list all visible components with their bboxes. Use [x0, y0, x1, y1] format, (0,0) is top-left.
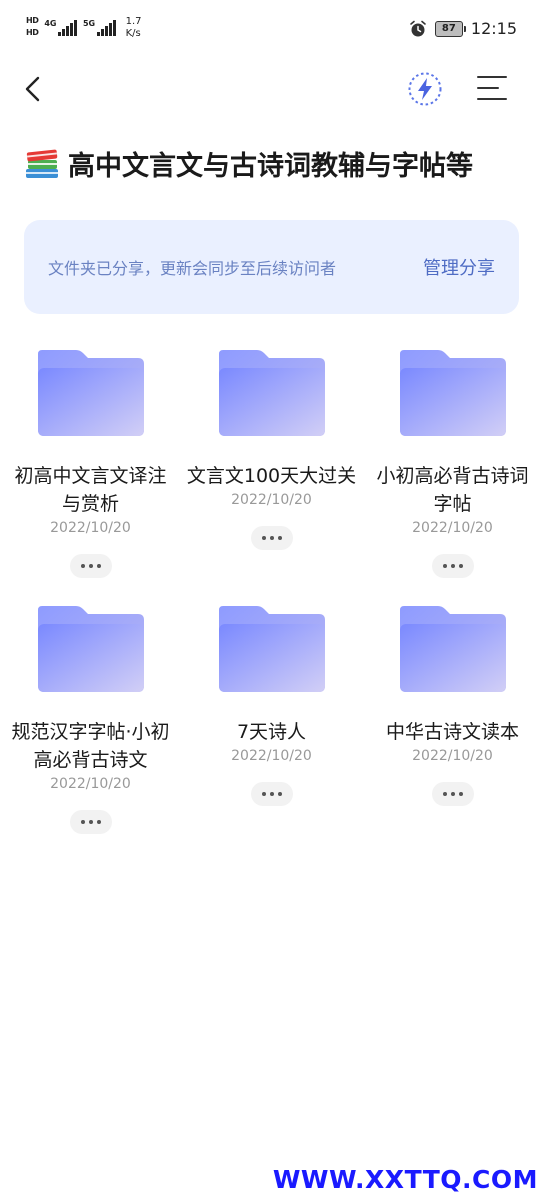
more-options-button[interactable]: [250, 782, 293, 806]
folder-name: 文言文100天大过关: [186, 465, 357, 487]
quick-transfer-button[interactable]: [406, 70, 444, 108]
folder-item[interactable]: 初高中文言文译注与赏析 2022/10/20: [0, 350, 181, 578]
folder-item[interactable]: 小初高必背古诗词字帖 2022/10/20: [362, 350, 543, 578]
battery-level: 87: [441, 23, 456, 34]
folder-name: 规范汉字字帖·小初高必背古诗文: [11, 721, 170, 771]
folder-name: 小初高必背古诗词字帖: [376, 465, 529, 515]
dot-icon: [269, 536, 274, 540]
more-options-button[interactable]: [69, 810, 112, 834]
dot-icon: [450, 792, 455, 796]
folder-item[interactable]: 规范汉字字帖·小初高必背古诗文 2022/10/20: [0, 606, 181, 834]
dot-icon: [458, 564, 463, 568]
books-icon: [26, 149, 58, 178]
folder-date: 2022/10/20: [231, 492, 312, 508]
speed-unit: K/s: [125, 28, 141, 39]
status-bar: HD HD 4G 5G 1.7 K/s 87 12:15: [0, 0, 543, 60]
folder-item[interactable]: 中华古诗文读本 2022/10/20: [362, 606, 543, 806]
folder-icon: [37, 350, 144, 436]
alarm-icon: [410, 20, 426, 36]
folder-item[interactable]: 文言文100天大过关 2022/10/20: [181, 350, 362, 550]
sim2-label: HD: [26, 28, 39, 37]
speed-value: 1.7: [125, 16, 142, 27]
more-options-button[interactable]: [250, 526, 293, 550]
folder-icon: [37, 606, 144, 692]
signal-bars-icon: [97, 20, 116, 36]
dot-icon: [96, 820, 101, 824]
sim-indicators: HD HD: [26, 16, 39, 37]
menu-icon: [477, 76, 507, 100]
folder-name: 中华古诗文读本: [385, 721, 519, 743]
dot-icon: [442, 792, 447, 796]
folder-icon: [399, 606, 506, 692]
dot-icon: [450, 564, 455, 568]
dot-icon: [261, 792, 266, 796]
folder-date: 2022/10/20: [50, 520, 131, 536]
folder-name: 7天诗人: [236, 721, 307, 743]
dot-icon: [88, 820, 93, 824]
folder-date: 2022/10/20: [231, 748, 312, 764]
network-speed: 1.7 K/s: [126, 16, 142, 40]
dot-icon: [269, 792, 274, 796]
more-options-button[interactable]: [431, 554, 474, 578]
manage-share-button[interactable]: 管理分享: [423, 254, 495, 280]
status-left: HD HD 4G 5G 1.7 K/s: [26, 16, 142, 40]
folder-icon: [218, 350, 325, 436]
folder-date: 2022/10/20: [412, 520, 493, 536]
signal-1: 4G: [44, 16, 77, 36]
network-type-1: 4G: [44, 19, 57, 28]
clock: 12:15: [470, 19, 517, 38]
signal-2: 5G: [83, 16, 116, 36]
dot-icon: [442, 564, 447, 568]
folder-title: 高中文言文与古诗词教辅与字帖等: [24, 144, 524, 183]
dot-icon: [458, 792, 463, 796]
more-options-button[interactable]: [431, 782, 474, 806]
dot-icon: [261, 536, 266, 540]
lightning-icon: [408, 72, 442, 106]
dot-icon: [80, 564, 85, 568]
more-options-button[interactable]: [69, 554, 112, 578]
network-type-2: 5G: [82, 19, 96, 28]
status-right: 87 12:15: [409, 19, 517, 38]
share-banner: 文件夹已分享，更新会同步至后续访问者 管理分享: [24, 220, 519, 314]
sim1-label: HD: [26, 16, 39, 25]
folder-icon: [218, 606, 325, 692]
page-title: 高中文言文与古诗词教辅与字帖等: [68, 151, 473, 182]
watermark: WWW.XXTTQ.COM: [272, 1165, 538, 1194]
chevron-left-icon: [25, 76, 40, 102]
folder-name: 初高中文言文译注与赏析: [14, 465, 167, 515]
dot-icon: [88, 564, 93, 568]
dot-icon: [277, 792, 282, 796]
folder-icon: [399, 350, 506, 436]
dot-icon: [80, 820, 85, 824]
top-nav: [0, 60, 543, 120]
folder-date: 2022/10/20: [50, 776, 131, 792]
dot-icon: [96, 564, 101, 568]
share-status-text: 文件夹已分享，更新会同步至后续访问者: [48, 259, 337, 278]
folder-item[interactable]: 7天诗人 2022/10/20: [181, 606, 362, 806]
signal-bars-icon: [58, 20, 77, 36]
dot-icon: [277, 536, 282, 540]
battery-icon: 87: [434, 20, 466, 37]
menu-button[interactable]: [474, 72, 510, 106]
folder-date: 2022/10/20: [412, 748, 493, 764]
back-button[interactable]: [20, 72, 50, 108]
